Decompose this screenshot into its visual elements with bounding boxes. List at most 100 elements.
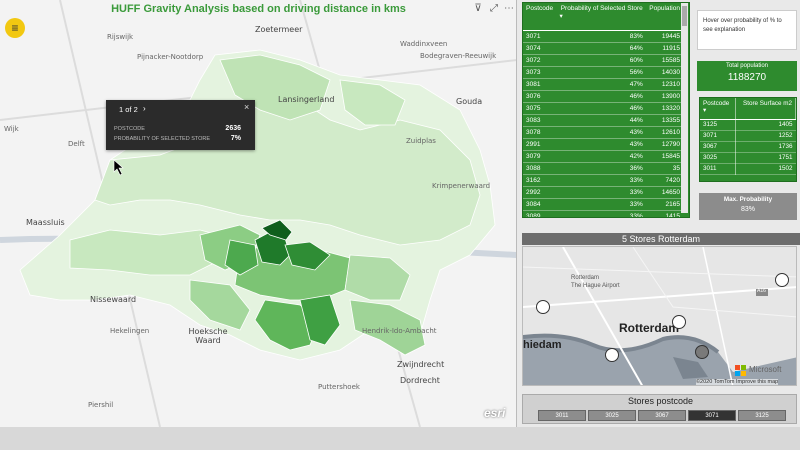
column-header-surface[interactable]: Store Surface m2	[735, 98, 797, 120]
place-label: Krimpenerwaard	[432, 182, 491, 190]
table-row[interactable]: 3025 1751	[700, 152, 796, 164]
place-label: Hoeksche Waard	[188, 327, 228, 345]
bottom-bar	[0, 427, 800, 450]
cell-postcode: 3125	[700, 119, 736, 131]
cell-population: 15845	[645, 150, 683, 163]
table-row[interactable]: 3084 33% 2165	[523, 198, 683, 211]
card-label: Total population	[725, 63, 769, 69]
column-header-label: Postcode	[703, 100, 730, 107]
cell-probability: 56%	[556, 66, 646, 79]
table-row[interactable]: 3078 43% 12610	[523, 126, 683, 139]
cell-population: 1415	[645, 210, 683, 217]
column-header-probability[interactable]: Probability of Selected Store ▾	[556, 3, 646, 31]
place-label: Hekelingen	[110, 327, 150, 335]
scrollbar-track[interactable]	[681, 3, 688, 213]
column-header-postcode[interactable]: Postcode ▾	[700, 98, 736, 120]
focus-mode-icon[interactable]: ⤢	[488, 3, 500, 15]
cell-postcode: 3071	[523, 30, 557, 43]
cell-postcode: 3072	[523, 54, 557, 67]
cell-probability: 46%	[556, 102, 646, 115]
table-row[interactable]: 3089 33% 1415	[523, 210, 683, 217]
sort-desc-icon: ▾	[559, 13, 563, 20]
table-row[interactable]: 3072 60% 15585	[523, 54, 683, 67]
total-population-card: Total population 1188270	[697, 61, 797, 91]
tooltip-row-value: 7%	[230, 135, 241, 142]
stores-postcode-slicer[interactable]: Stores postcode 3011 3025 3067 3071 3125	[522, 394, 797, 424]
filter-icon[interactable]: ⊽	[472, 3, 484, 15]
cell-postcode: 3089	[523, 210, 557, 217]
cell-postcode: 3076	[523, 90, 557, 103]
slicer-option-3071[interactable]: 3071	[688, 410, 736, 421]
cell-probability: 47%	[556, 78, 646, 91]
slicer-option-3067[interactable]: 3067	[638, 410, 686, 421]
place-label: Zuidplas	[406, 137, 436, 145]
chevron-right-icon[interactable]: ›	[143, 104, 146, 113]
cell-probability: 43%	[556, 126, 646, 139]
cell-population: 2165	[645, 198, 683, 211]
table-row[interactable]: 3081 47% 12310	[523, 78, 683, 91]
tooltip-pager: 1 of 2	[119, 105, 138, 114]
table-row[interactable]: 3011 1502	[700, 163, 796, 175]
hamburger-icon[interactable]: ≡	[5, 18, 25, 38]
store-marker[interactable]	[672, 315, 686, 329]
table-row[interactable]: 3079 42% 15845	[523, 150, 683, 163]
table-row[interactable]: 3071 1252	[700, 130, 796, 142]
store-marker[interactable]	[536, 300, 550, 314]
esri-logo: esri	[484, 406, 506, 420]
cell-postcode: 3084	[523, 198, 557, 211]
place-label: Nissewaard	[90, 295, 137, 304]
store-marker[interactable]	[605, 348, 619, 362]
cell-postcode: 3011	[700, 163, 736, 175]
choropleth-map-panel[interactable]: HUFF Gravity Analysis based on driving d…	[0, 0, 517, 427]
store-marker-selected[interactable]	[695, 345, 709, 359]
cell-population: 14650	[645, 186, 683, 199]
cell-probability: 33%	[556, 210, 646, 217]
slicer-option-3011[interactable]: 3011	[538, 410, 586, 421]
cell-probability: 43%	[556, 138, 646, 151]
table-row[interactable]: 3075 46% 13320	[523, 102, 683, 115]
close-icon[interactable]: ×	[244, 102, 249, 112]
cell-postcode: 3025	[700, 152, 736, 164]
cell-population: 12310	[645, 78, 683, 91]
place-label: Lansingerland	[278, 95, 335, 104]
place-label: Maassluis	[26, 218, 65, 227]
table-row[interactable]: 3074 64% 11915	[523, 42, 683, 55]
cell-probability: 33%	[556, 186, 646, 199]
table-row[interactable]: 2991 43% 12790	[523, 138, 683, 151]
table-row[interactable]: 3071 83% 19445	[523, 30, 683, 43]
table-row[interactable]: 3067 1736	[700, 141, 796, 153]
table-row[interactable]: 2992 33% 14650	[523, 186, 683, 199]
table-row[interactable]: 3125 1405	[700, 119, 796, 131]
table-row[interactable]: 3083 44% 13355	[523, 114, 683, 127]
stores-map[interactable]: Rotterdam The Hague Airport A16 Rotterda…	[522, 246, 797, 386]
store-surface-table[interactable]: Postcode ▾ Store Surface m2 3125 1405 3071 1…	[699, 97, 797, 182]
cell-postcode: 3162	[523, 174, 557, 187]
cell-population: 19445	[645, 30, 683, 43]
store-marker[interactable]	[775, 273, 789, 287]
map-attribution[interactable]: ©2020 TomTom Improve this map	[696, 379, 779, 385]
scrollbar-thumb[interactable]	[682, 6, 687, 26]
cell-postcode: 2992	[523, 186, 557, 199]
place-label: Wijk	[4, 125, 19, 133]
table-row[interactable]: 3088 36% 35	[523, 162, 683, 175]
cell-probability: 64%	[556, 42, 646, 55]
map-label: The Hague Airport	[571, 283, 620, 289]
cell-probability: 46%	[556, 90, 646, 103]
postcode-table[interactable]: Postcode Probability of Selected Store ▾ …	[522, 2, 690, 218]
cell-postcode: 3073	[523, 66, 557, 79]
slicer-option-3025[interactable]: 3025	[588, 410, 636, 421]
table-row[interactable]: 3162 33% 7420	[523, 174, 683, 187]
max-probability-card: Max. Probability 83%	[699, 193, 797, 220]
slicer-option-3125[interactable]: 3125	[738, 410, 786, 421]
map-title: HUFF Gravity Analysis based on driving d…	[111, 3, 406, 15]
column-header-postcode[interactable]: Postcode	[523, 3, 557, 31]
table-row[interactable]: 3073 56% 14030	[523, 66, 683, 79]
table-row[interactable]: 3076 46% 13900	[523, 90, 683, 103]
more-options-icon[interactable]: ⋯	[503, 3, 515, 15]
cell-population: 12790	[645, 138, 683, 151]
place-label: Rijswijk	[107, 33, 134, 41]
cell-surface: 1502	[735, 163, 796, 175]
column-header-population[interactable]: Population	[645, 3, 683, 31]
microsoft-logo-icon	[735, 365, 747, 377]
place-label: Dordrecht	[400, 376, 440, 385]
